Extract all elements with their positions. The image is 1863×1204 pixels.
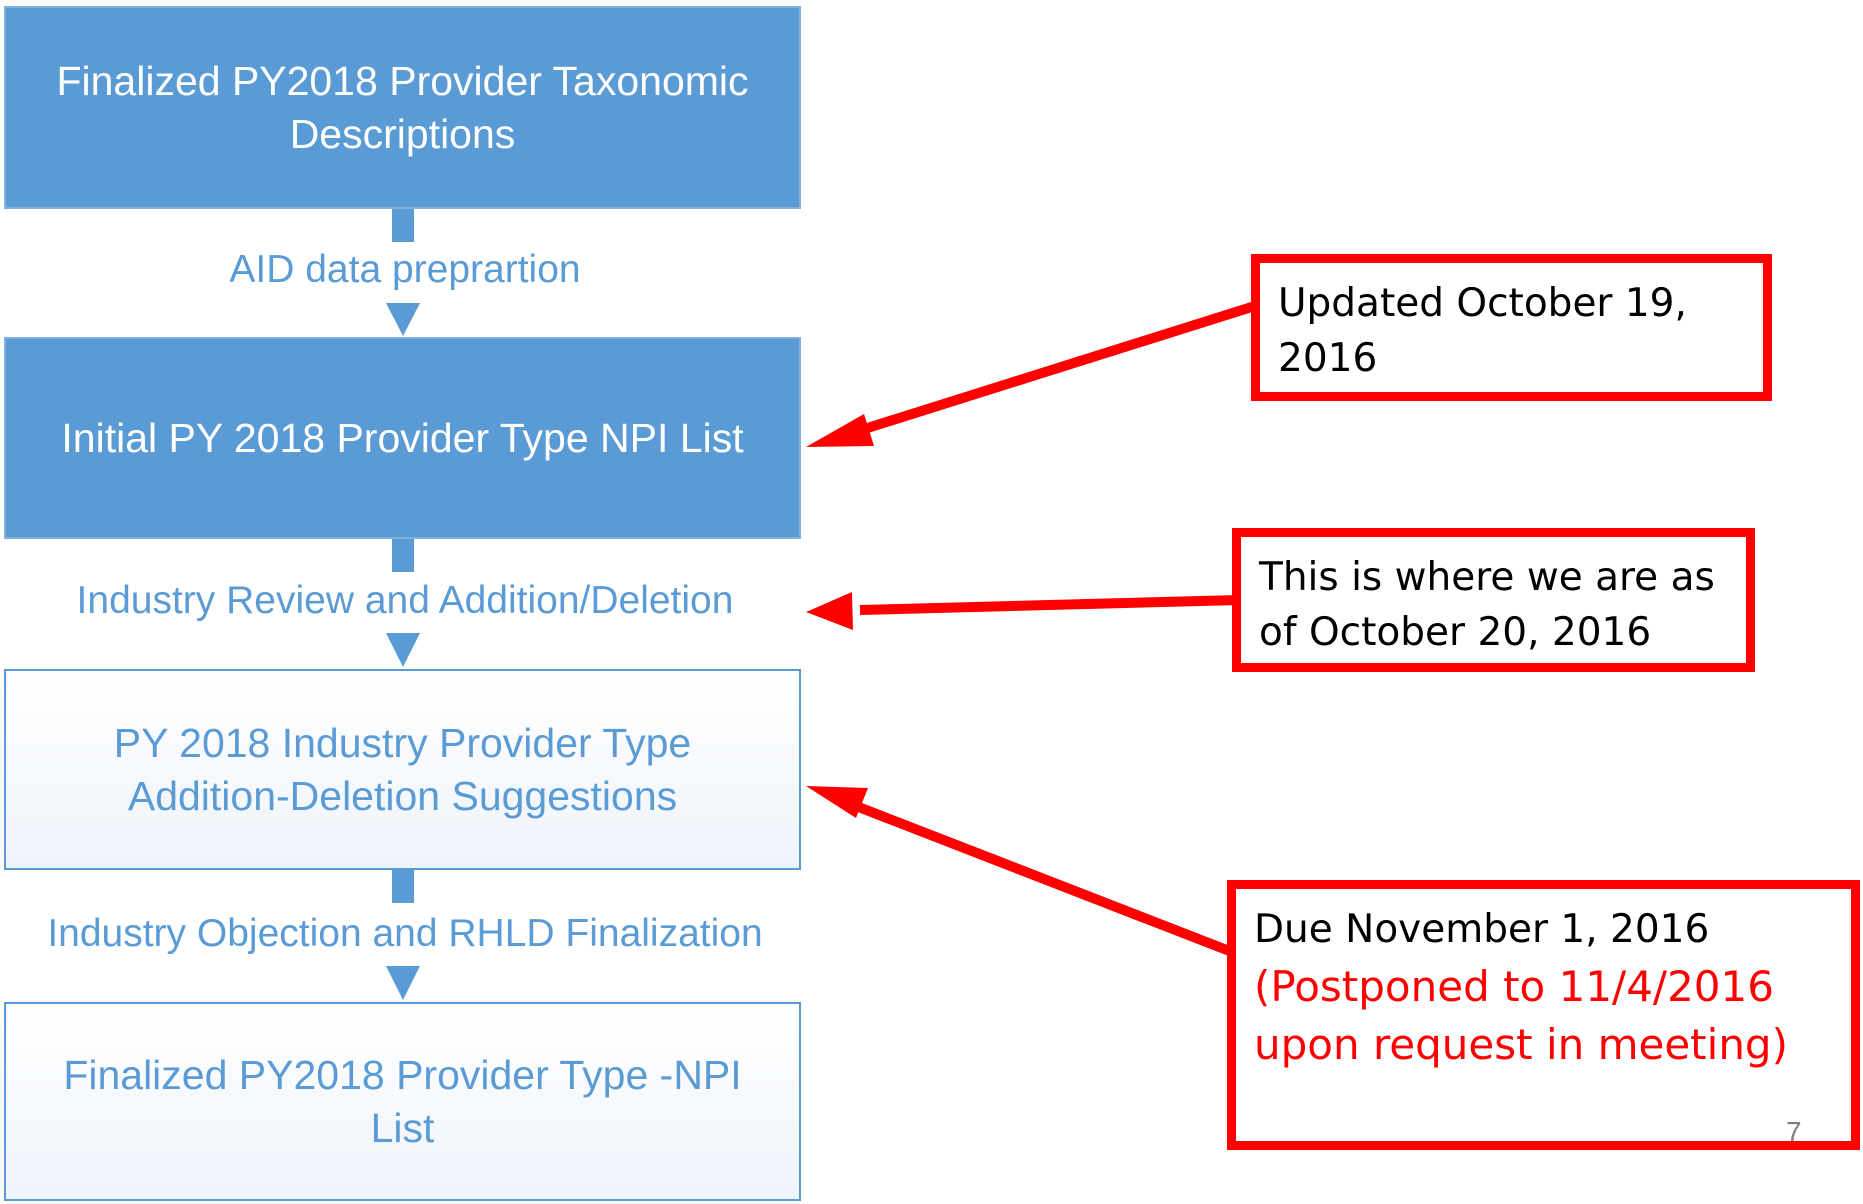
- callout-due-date: Due November 1, 2016 (Postponed to 11/4/…: [1227, 880, 1860, 1150]
- page-number: 7: [1786, 1116, 1802, 1147]
- callout-arrow-shaft: [854, 801, 1234, 957]
- connector-label-industry-review: Industry Review and Addition/Deletion: [76, 579, 734, 622]
- step-label: PY 2018 Industry Provider Type Addition-…: [113, 720, 692, 819]
- step-box-taxonomic-descriptions: Finalized PY2018 Provider Taxonomic Desc…: [4, 6, 801, 209]
- callout-current-status: This is where we are as of October 20, 2…: [1232, 528, 1755, 672]
- callout-text: This is where we are as of October 20, 2…: [1259, 555, 1715, 655]
- callout-text: Due November 1, 2016: [1254, 907, 1710, 952]
- callout-arrowhead: [806, 414, 874, 447]
- callout-arrowhead: [806, 592, 853, 630]
- connector-arrowhead: [386, 303, 420, 336]
- connector-arrowhead: [386, 966, 420, 1000]
- callout-arrow-shaft: [859, 595, 1241, 615]
- callout-text: Updated October 19, 2016: [1278, 281, 1687, 381]
- connector-stem: [392, 539, 414, 572]
- callout-updated-date: Updated October 19, 2016: [1251, 254, 1772, 401]
- step-box-addition-deletion-suggestions: PY 2018 Industry Provider Type Addition-…: [4, 669, 801, 870]
- step-label: Initial PY 2018 Provider Type NPI List: [61, 414, 744, 461]
- connector-label-industry-objection: Industry Objection and RHLD Finalization: [47, 912, 763, 955]
- connector-stem: [392, 209, 414, 242]
- callout-postponed-note: (Postponed to 11/4/2016 upon request in …: [1254, 961, 1788, 1070]
- connector-arrowhead: [386, 633, 420, 667]
- step-box-initial-npi-list: Initial PY 2018 Provider Type NPI List: [4, 337, 801, 539]
- step-label: Finalized PY2018 Provider Taxonomic Desc…: [56, 58, 749, 157]
- process-flow-slide: Finalized PY2018 Provider Taxonomic Desc…: [0, 0, 1863, 1204]
- connector-stem: [392, 870, 414, 903]
- callout-arrowhead: [806, 786, 868, 818]
- step-label: Finalized PY2018 Provider Type -NPI List: [63, 1052, 742, 1151]
- step-box-finalized-npi-list: Finalized PY2018 Provider Type -NPI List: [4, 1002, 801, 1201]
- callout-arrow-shaft: [856, 300, 1260, 436]
- connector-label-aid-data: AID data preprartion: [229, 248, 581, 291]
